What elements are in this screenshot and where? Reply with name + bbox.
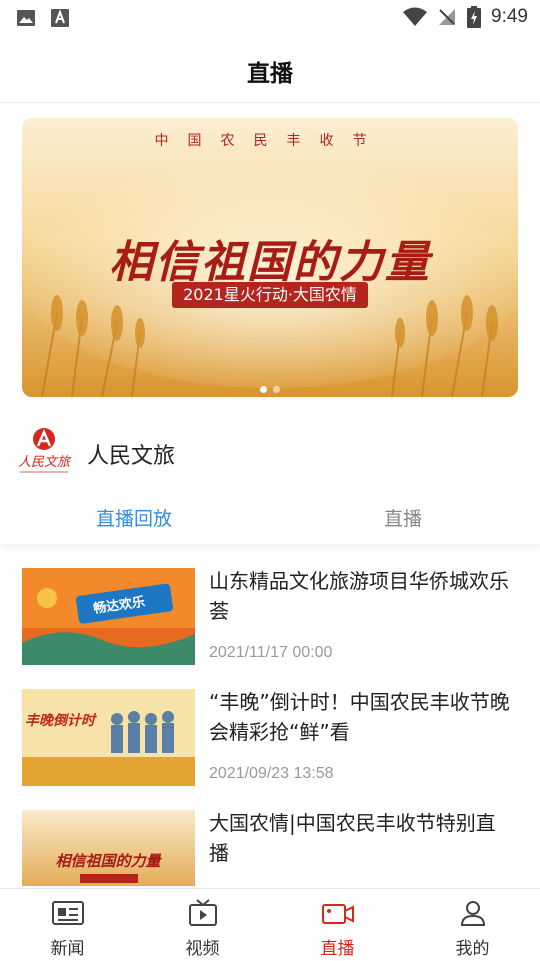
status-bar: 9:49 (0, 0, 540, 36)
replay-list: 畅达欢乐 山东精品文化旅游项目华侨城欢乐荟 2021/11/17 00:00 丰… (0, 556, 540, 886)
font-icon (51, 9, 69, 27)
bottom-navigation: 新闻 视频 直播 我的 (0, 888, 540, 961)
svg-text:丰晚倒计时: 丰晚倒计时 (25, 712, 98, 729)
content-tabs: 直播回放 直播 (0, 492, 540, 544)
svg-text:人民文旅: 人民文旅 (18, 454, 72, 470)
nav-label: 视频 (185, 939, 220, 959)
list-item-title: 大国农情|中国农民丰收节特别直播 (209, 811, 496, 865)
nav-video[interactable]: 视频 (135, 889, 270, 961)
nav-label: 我的 (455, 939, 490, 959)
video-thumbnail: 丰晚倒计时 (22, 689, 195, 786)
banner-top-text: 中国农民丰收节 (154, 133, 386, 149)
profile-icon (460, 901, 485, 926)
no-signal-icon (439, 9, 456, 25)
list-item-time: 2021/11/17 00:00 (209, 644, 333, 661)
list-item-title: 山东精品文化旅游项目华侨城欢乐荟 (209, 569, 509, 623)
list-item[interactable]: 相信祖国的力量 大国农情|中国农民丰收节特别直播 (22, 798, 522, 886)
list-item-title: “丰晚”倒计时！中国农民丰收节晚会精彩抢“鲜”看 (209, 690, 510, 744)
gallery-icon (17, 10, 35, 26)
page-title: 直播 (247, 61, 293, 87)
clock: 9:49 (491, 6, 528, 27)
nav-label: 直播 (320, 939, 355, 959)
svg-text:相信祖国的力量: 相信祖国的力量 (55, 852, 162, 870)
list-item-time: 2021/09/23 13:58 (209, 765, 334, 782)
carousel-dot-active[interactable] (260, 386, 267, 393)
nav-live[interactable]: 直播 (270, 889, 405, 961)
list-item[interactable]: 丰晚倒计时 “丰晚”倒计时！中国农民丰收节晚会精彩抢“鲜”看 2021/09/2… (22, 677, 522, 786)
tab-replay[interactable]: 直播回放 (96, 504, 172, 531)
carousel-dots (22, 386, 518, 393)
renmin-wenlv-logo: 人民文旅 (18, 428, 72, 473)
banner-subtitle: 2021星火行动·大国农情 (172, 282, 368, 308)
nav-news[interactable]: 新闻 (0, 889, 135, 961)
nav-profile[interactable]: 我的 (405, 889, 540, 961)
channel-name: 人民文旅 (87, 444, 176, 469)
battery-charging-icon (467, 6, 482, 28)
banner-carousel[interactable]: 中国农民丰收节 相信祖国的力量 2021星火行动·大国农情 (22, 118, 518, 397)
video-thumbnail: 畅达欢乐 (22, 568, 195, 665)
nav-label: 新闻 (50, 939, 85, 959)
news-icon (51, 901, 84, 925)
tab-live[interactable]: 直播 (384, 504, 422, 531)
carousel-dot[interactable] (273, 386, 280, 393)
wifi-icon (403, 7, 428, 26)
channel-header[interactable]: 人民文旅 人民文旅 (14, 424, 526, 480)
video-thumbnail: 相信祖国的力量 (22, 810, 195, 886)
list-item[interactable]: 畅达欢乐 山东精品文化旅游项目华侨城欢乐荟 2021/11/17 00:00 (22, 556, 522, 665)
app-header: 直播 (0, 36, 540, 103)
tv-icon (188, 899, 217, 926)
banner-headline: 相信祖国的力量 (109, 237, 431, 288)
live-camera-icon (321, 904, 354, 924)
